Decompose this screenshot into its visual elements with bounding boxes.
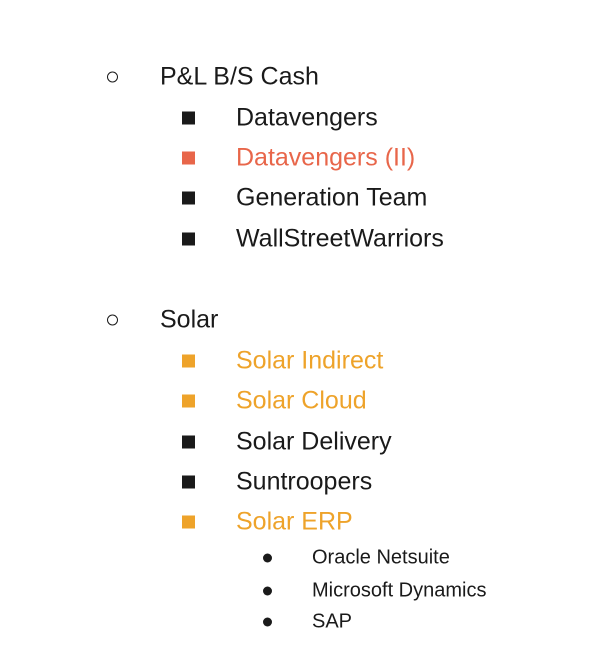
hollow-circle-bullet-icon xyxy=(107,71,118,83)
sub-list-item-label: Microsoft Dynamics xyxy=(312,579,487,602)
list-item-label: Suntroopers xyxy=(236,467,373,496)
list-item-label: Solar ERP xyxy=(236,507,353,536)
list-item: Solar Cloud xyxy=(0,381,595,421)
list-item: Suntroopers xyxy=(0,462,595,502)
list-item-label: Datavengers (II) xyxy=(236,143,416,172)
section-label: P&L B/S Cash xyxy=(160,62,319,91)
disc-bullet-icon xyxy=(263,586,272,596)
section-header: P&L B/S Cash xyxy=(0,57,595,97)
square-bullet-icon xyxy=(182,354,195,368)
square-bullet-icon xyxy=(182,151,195,165)
square-bullet-icon xyxy=(182,515,195,529)
sub-list-item-label: SAP xyxy=(312,610,353,633)
list-item: Solar Indirect xyxy=(0,341,595,381)
section-label: Solar xyxy=(160,305,219,334)
square-bullet-icon xyxy=(182,111,195,125)
list-item-label: WallStreetWarriors xyxy=(236,224,444,253)
list-item: Datavengers xyxy=(0,98,595,138)
list-item: WallStreetWarriors xyxy=(0,219,595,259)
list-item: Solar ERP xyxy=(0,502,595,542)
list-item-label: Datavengers xyxy=(236,103,378,132)
list-item-label: Solar Indirect xyxy=(236,346,384,375)
square-bullet-icon xyxy=(182,232,195,246)
square-bullet-icon xyxy=(182,394,195,408)
square-bullet-icon xyxy=(182,191,195,205)
list-item: Generation Team xyxy=(0,178,595,218)
list-item: Datavengers (II) xyxy=(0,138,595,178)
sub-list-item: Oracle Netsuite xyxy=(0,540,595,576)
disc-bullet-icon xyxy=(263,553,272,563)
hollow-circle-bullet-icon xyxy=(107,314,118,326)
disc-bullet-icon xyxy=(263,617,272,627)
sub-list-item-label: Oracle Netsuite xyxy=(312,546,450,569)
section-header: Solar xyxy=(0,300,595,340)
list-item-label: Generation Team xyxy=(236,183,428,212)
list-item-label: Solar Delivery xyxy=(236,427,392,456)
list-item: Solar Delivery xyxy=(0,422,595,462)
list-item-label: Solar Cloud xyxy=(236,386,367,415)
sub-list-item: SAP xyxy=(0,604,595,640)
square-bullet-icon xyxy=(182,475,195,489)
square-bullet-icon xyxy=(182,435,195,449)
